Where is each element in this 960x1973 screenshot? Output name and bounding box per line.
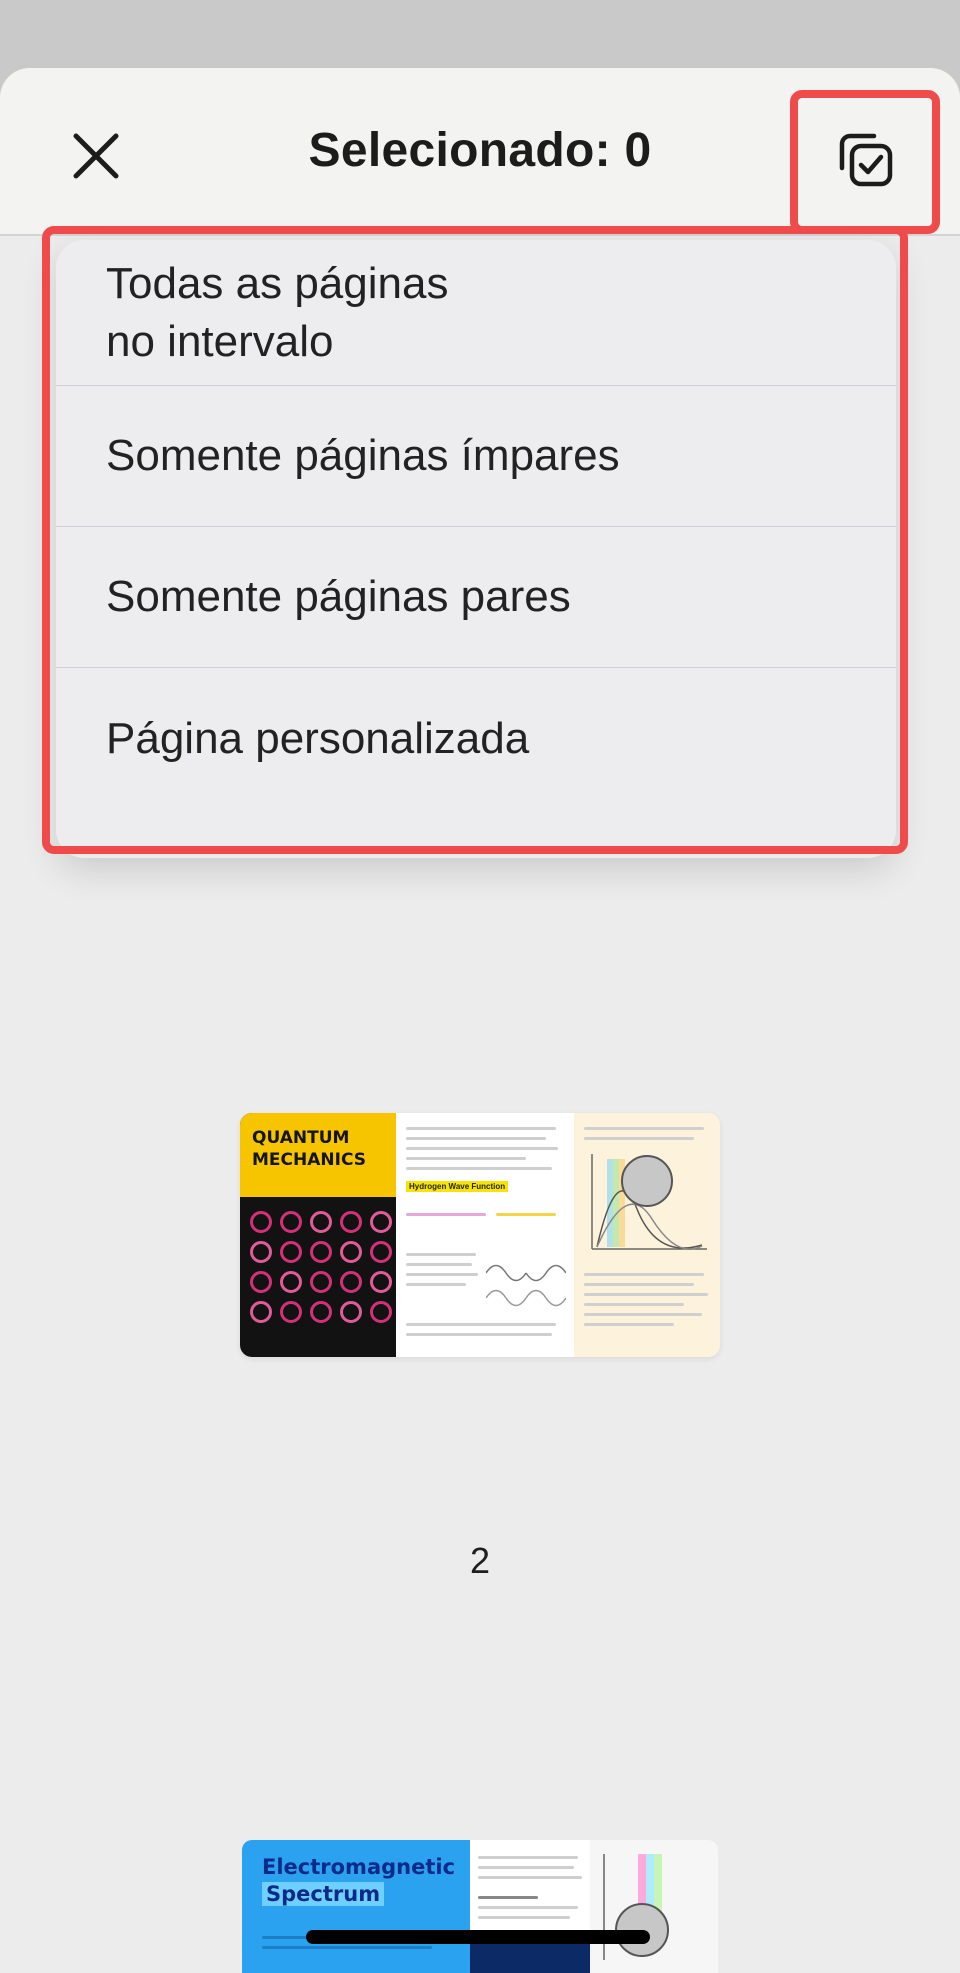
thumbnail-section-label: Hydrogen Wave Function [406,1181,509,1192]
thumbnail-heading-line1: QUANTUM [252,1128,350,1148]
thumbnail-2-heading-line2: Spectrum [262,1881,385,1906]
menu-item-all-pages[interactable]: Todas as páginas no intervalo [56,240,896,386]
page-selection-sheet: Selecionado: 0 Todas as páginas no inter… [0,68,960,1973]
orbital-illustration [240,1197,396,1337]
menu-item-custom-page-label: Página personalizada [106,713,530,763]
header-bar: Selecionado: 0 [0,68,960,236]
menu-item-odd-pages[interactable]: Somente páginas ímpares [56,386,896,527]
thumbnail-text-column: Hydrogen Wave Function [396,1113,574,1357]
thumbnail-heading-line2: MECHANICS [252,1150,366,1171]
thumbnail-2-text-column [470,1840,590,1973]
page-range-menu: Todas as páginas no intervalo Somente pá… [56,240,896,858]
page-number-label: 2 [469,1540,491,1581]
select-mode-button[interactable] [820,118,908,202]
page-title: Selecionado: 0 [308,124,652,177]
home-indicator [306,1930,650,1944]
spectrum-graph [591,1154,707,1250]
menu-item-even-pages-label: Somente páginas pares [106,572,571,622]
menu-item-even-pages[interactable]: Somente páginas pares [56,527,896,668]
menu-item-odd-pages-label: Somente páginas ímpares [106,431,620,481]
menu-item-all-pages-line1: Todas as páginas [106,259,449,309]
menu-item-all-pages-label: Todas as páginas no intervalo [106,255,448,369]
thumbnail-2-heading-line1: Electromagnetic [262,1855,456,1879]
menu-item-all-pages-line2: no intervalo [106,316,334,366]
page-thumbnail-2[interactable]: Electromagnetic Spectrum [242,1840,718,1973]
select-pages-icon [839,133,893,187]
thumbnail-2-heading: Electromagnetic Spectrum [242,1840,470,1908]
page-thumbnail-1[interactable]: QUANTUM MECHANICS Hydrogen Wave Function [240,1113,720,1357]
wave-diagram [486,1264,566,1307]
thumbnail-heading: QUANTUM MECHANICS [240,1113,396,1197]
thumbnail-2-graph-panel [590,1840,718,1973]
menu-item-custom-page[interactable]: Página personalizada [56,668,896,809]
thumbnail-cover-panel: QUANTUM MECHANICS [240,1113,396,1357]
thumbnail-graph-panel [574,1113,720,1357]
thumbnail-2-cover-panel: Electromagnetic Spectrum [242,1840,470,1973]
thumbnail-2-graph [603,1854,669,1960]
